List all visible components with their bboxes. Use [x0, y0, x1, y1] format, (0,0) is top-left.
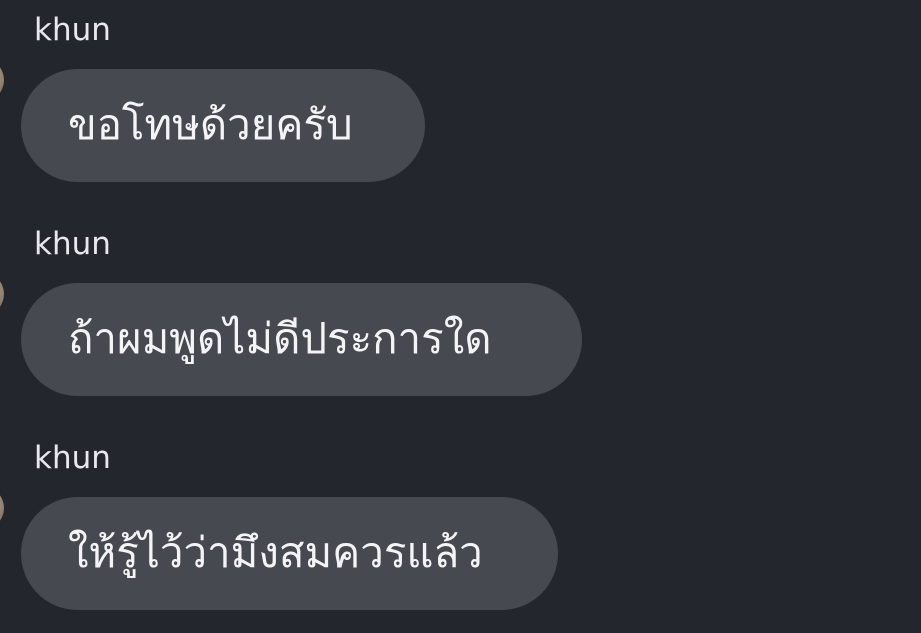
- sender-avatar[interactable]: [0, 58, 4, 102]
- message-bubble[interactable]: ขอโทษด้วยครับ: [21, 69, 425, 182]
- sender-name: khun: [34, 226, 111, 262]
- message-text: ถ้าผมพูดไม่ดีประการใด: [68, 314, 492, 364]
- message-bubble[interactable]: ถ้าผมพูดไม่ดีประการใด: [21, 283, 582, 396]
- sender-avatar[interactable]: [0, 272, 4, 316]
- message-text: ให้รู้ไว้ว่ามึงสมควรแล้ว: [68, 528, 483, 578]
- message-bubble[interactable]: ให้รู้ไว้ว่ามึงสมควรแล้ว: [21, 497, 558, 610]
- message-text: ขอโทษด้วยครับ: [68, 100, 353, 150]
- sender-name: khun: [34, 440, 111, 476]
- sender-avatar[interactable]: [0, 486, 4, 530]
- sender-name: khun: [34, 12, 111, 48]
